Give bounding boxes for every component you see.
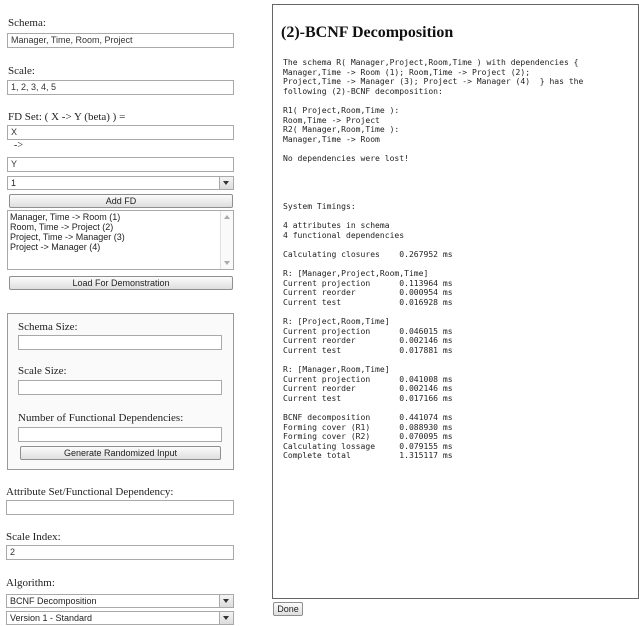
- output-line: 4 functional dependencies: [283, 230, 405, 240]
- output-line: Project,Time -> Manager (3); Project -> …: [283, 77, 584, 87]
- add-fd-button[interactable]: Add FD: [9, 194, 233, 208]
- attr-fd-input[interactable]: [6, 500, 234, 515]
- schema-label: Schema:: [8, 17, 46, 29]
- output-line: 4 attributes in schema: [283, 221, 390, 231]
- chevron-down-icon: [219, 612, 233, 624]
- fd-list-item[interactable]: Room, Time -> Project (2): [10, 222, 231, 232]
- fd-set-label: FD Set: ( X -> Y (beta) ) =: [8, 111, 126, 123]
- scale-size-label: Scale Size:: [18, 365, 67, 377]
- output-line: Forming cover (R2) 0.070095 ms: [283, 432, 453, 442]
- output-line: Current projection 0.113964 ms: [283, 278, 453, 288]
- output-title: (2)-BCNF Decomposition: [281, 24, 454, 41]
- generate-random-button[interactable]: Generate Randomized Input: [20, 446, 221, 460]
- output-line: following (2)-BCNF decomposition:: [283, 86, 443, 96]
- output-line: No dependencies were lost!: [283, 153, 409, 163]
- output-line: Current test 0.016928 ms: [283, 297, 453, 307]
- schema-size-input[interactable]: [18, 335, 222, 350]
- version-select[interactable]: Version 1 - Standard: [6, 611, 234, 625]
- output-line: Current test 0.017166 ms: [283, 393, 453, 403]
- scroll-down-icon[interactable]: [224, 261, 230, 265]
- algorithm-select[interactable]: BCNF Decomposition: [6, 594, 234, 608]
- version-select-value: Version 1 - Standard: [10, 613, 93, 623]
- fd-list-items: Manager, Time -> Room (1) Room, Time -> P…: [10, 212, 231, 252]
- fd-list[interactable]: Manager, Time -> Room (1) Room, Time -> P…: [7, 210, 234, 270]
- fd-list-item[interactable]: Manager, Time -> Room (1): [10, 212, 231, 222]
- arrow-label: ->: [14, 140, 23, 151]
- fd-list-item[interactable]: Project, Time -> Manager (3): [10, 232, 231, 242]
- output-line: Current projection 0.046015 ms: [283, 326, 453, 336]
- output-line: The schema R( Manager,Project,Room,Time …: [283, 58, 579, 67]
- chevron-down-icon: [219, 595, 233, 607]
- output-panel: (2)-BCNF Decomposition The schema R( Man…: [272, 4, 639, 599]
- output-text: The schema R( Manager,Project,Room,Time …: [283, 58, 583, 461]
- output-line: R1( Project,Room,Time ):: [283, 105, 400, 115]
- output-line: Forming cover (R1) 0.088930 ms: [283, 422, 453, 432]
- output-line: Calculating closures 0.267952 ms: [283, 249, 453, 259]
- output-line: Current test 0.017881 ms: [283, 345, 453, 355]
- output-line: Complete total 1.315117 ms: [283, 451, 453, 461]
- done-button[interactable]: Done: [273, 602, 303, 616]
- random-input-group: Schema Size: Scale Size: Number of Funct…: [7, 313, 234, 470]
- scroll-up-icon[interactable]: [224, 215, 230, 219]
- beta-select[interactable]: 1: [7, 176, 234, 190]
- scale-input[interactable]: 1, 2, 3, 4, 5: [7, 80, 234, 95]
- scale-label: Scale:: [8, 65, 35, 77]
- output-line: R: [Project,Room,Time]: [283, 317, 390, 327]
- output-line: Current reorder 0.002146 ms: [283, 336, 453, 346]
- scale-index-input[interactable]: 2: [6, 545, 234, 560]
- output-line: Manager,Time -> Room: [283, 134, 380, 144]
- output-line: Manager,Time -> Room (1); Room,Time -> P…: [283, 67, 531, 77]
- output-line: Room,Time -> Project: [283, 115, 380, 125]
- output-line: Calculating lossage 0.079155 ms: [283, 441, 453, 451]
- attr-fd-label: Attribute Set/Functional Dependency:: [6, 486, 174, 498]
- output-line: R: [Manager,Room,Time]: [283, 365, 390, 374]
- schema-size-label: Schema Size:: [18, 321, 78, 333]
- fd-x-input[interactable]: X: [7, 125, 234, 140]
- output-line: System Timings:: [283, 201, 356, 211]
- fd-y-input[interactable]: Y: [7, 157, 234, 172]
- algorithm-select-value: BCNF Decomposition: [10, 596, 97, 606]
- chevron-down-icon: [219, 177, 233, 189]
- scale-size-input[interactable]: [18, 380, 222, 395]
- fd-list-item[interactable]: Project -> Manager (4): [10, 242, 231, 252]
- output-line: R2( Manager,Room,Time ):: [283, 125, 400, 135]
- beta-select-value: 1: [11, 178, 17, 188]
- output-line: Current reorder 0.002146 ms: [283, 384, 453, 394]
- list-scrollbar[interactable]: [220, 211, 233, 269]
- output-line: Current projection 0.041008 ms: [283, 374, 453, 384]
- schema-input[interactable]: Manager, Time, Room, Project: [7, 33, 234, 48]
- num-fd-input[interactable]: [18, 427, 222, 442]
- output-line: BCNF decomposition 0.441074 ms: [283, 412, 453, 422]
- output-line: Current reorder 0.000954 ms: [283, 288, 453, 298]
- algorithm-label: Algorithm:: [6, 577, 55, 589]
- load-demo-button[interactable]: Load For Demonstration: [9, 276, 233, 290]
- num-fd-label: Number of Functional Dependencies:: [18, 412, 184, 424]
- output-line: R: [Manager,Project,Room,Time]: [283, 269, 429, 279]
- scale-index-label: Scale Index:: [6, 531, 61, 543]
